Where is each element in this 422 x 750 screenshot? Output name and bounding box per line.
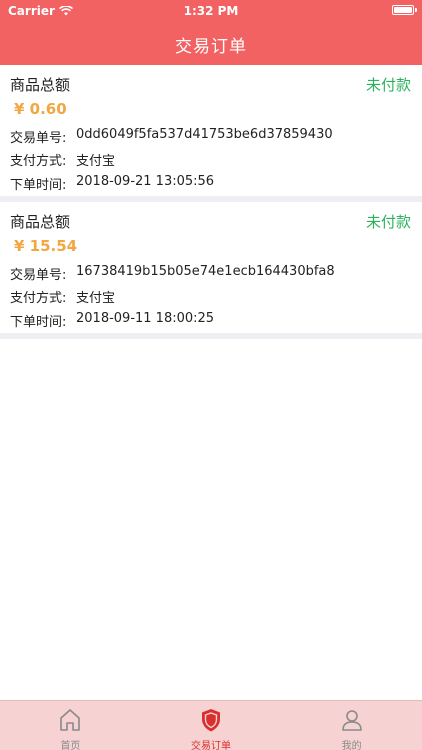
order-total-label: 商品总额 <box>10 213 71 231</box>
order-status-badge: 未付款 <box>365 213 411 231</box>
order-number-label: 交易单号: <box>10 268 67 283</box>
order-amount: ¥ 15.54 <box>14 237 78 255</box>
order-number-value: 16738419b15b05e74e1ecb164430bfa8 <box>76 264 335 279</box>
order-time-value: 2018-09-11 18:00:25 <box>76 311 215 326</box>
tab-home-label: 首页 <box>60 741 81 750</box>
tab-bar: 首页 交易订单 我的 <box>0 700 422 750</box>
battery-icon <box>392 5 417 15</box>
payment-method-value: 支付宝 <box>76 291 116 306</box>
tab-orders[interactable]: 交易订单 <box>141 701 282 750</box>
payment-method-row: 支付方式: 支付宝 <box>10 150 115 169</box>
payment-method-label: 支付方式: <box>10 154 67 169</box>
order-time-label: 下单时间: <box>10 315 67 330</box>
order-time-row: 下单时间: 2018-09-21 13:05:56 <box>10 174 214 193</box>
payment-method-label: 支付方式: <box>10 291 67 306</box>
user-icon <box>341 710 362 731</box>
order-time-row: 下单时间: 2018-09-11 18:00:25 <box>10 311 214 330</box>
payment-method-value: 支付宝 <box>76 154 116 169</box>
order-amount: ¥ 0.60 <box>14 100 67 118</box>
order-number-value: 0dd6049f5fa537d41753be6d37859430 <box>76 127 333 142</box>
order-card[interactable]: 商品总额 未付款 ¥ 15.54 交易单号: 16738419b15b05e74… <box>0 202 422 339</box>
home-icon <box>60 709 81 731</box>
page-title: 交易订单 <box>175 37 247 57</box>
tab-profile-label: 我的 <box>341 741 362 750</box>
status-bar: Carrier 1:32 PM <box>0 0 422 22</box>
app-screen: Carrier 1:32 PM 交易订单 商品总额 未付款 ¥ 0.60 交易单… <box>0 0 422 750</box>
tab-orders-label: 交易订单 <box>191 741 231 750</box>
tab-home[interactable]: 首页 <box>0 701 141 750</box>
header: Carrier 1:32 PM 交易订单 <box>0 0 422 65</box>
order-card[interactable]: 商品总额 未付款 ¥ 0.60 交易单号: 0dd6049f5fa537d417… <box>0 65 422 202</box>
order-time-label: 下单时间: <box>10 178 67 193</box>
order-number-row: 交易单号: 0dd6049f5fa537d41753be6d37859430 <box>10 127 333 146</box>
tab-profile[interactable]: 我的 <box>281 701 422 750</box>
order-list: 商品总额 未付款 ¥ 0.60 交易单号: 0dd6049f5fa537d417… <box>0 65 422 339</box>
order-number-row: 交易单号: 16738419b15b05e74e1ecb164430bfa8 <box>10 264 335 283</box>
payment-method-row: 支付方式: 支付宝 <box>10 287 115 306</box>
shield-icon <box>202 709 220 732</box>
order-time-value: 2018-09-21 13:05:56 <box>76 174 215 189</box>
order-total-label: 商品总额 <box>10 76 71 94</box>
order-status-badge: 未付款 <box>365 76 411 94</box>
status-time: 1:32 PM <box>183 4 239 18</box>
order-number-label: 交易单号: <box>10 131 67 146</box>
